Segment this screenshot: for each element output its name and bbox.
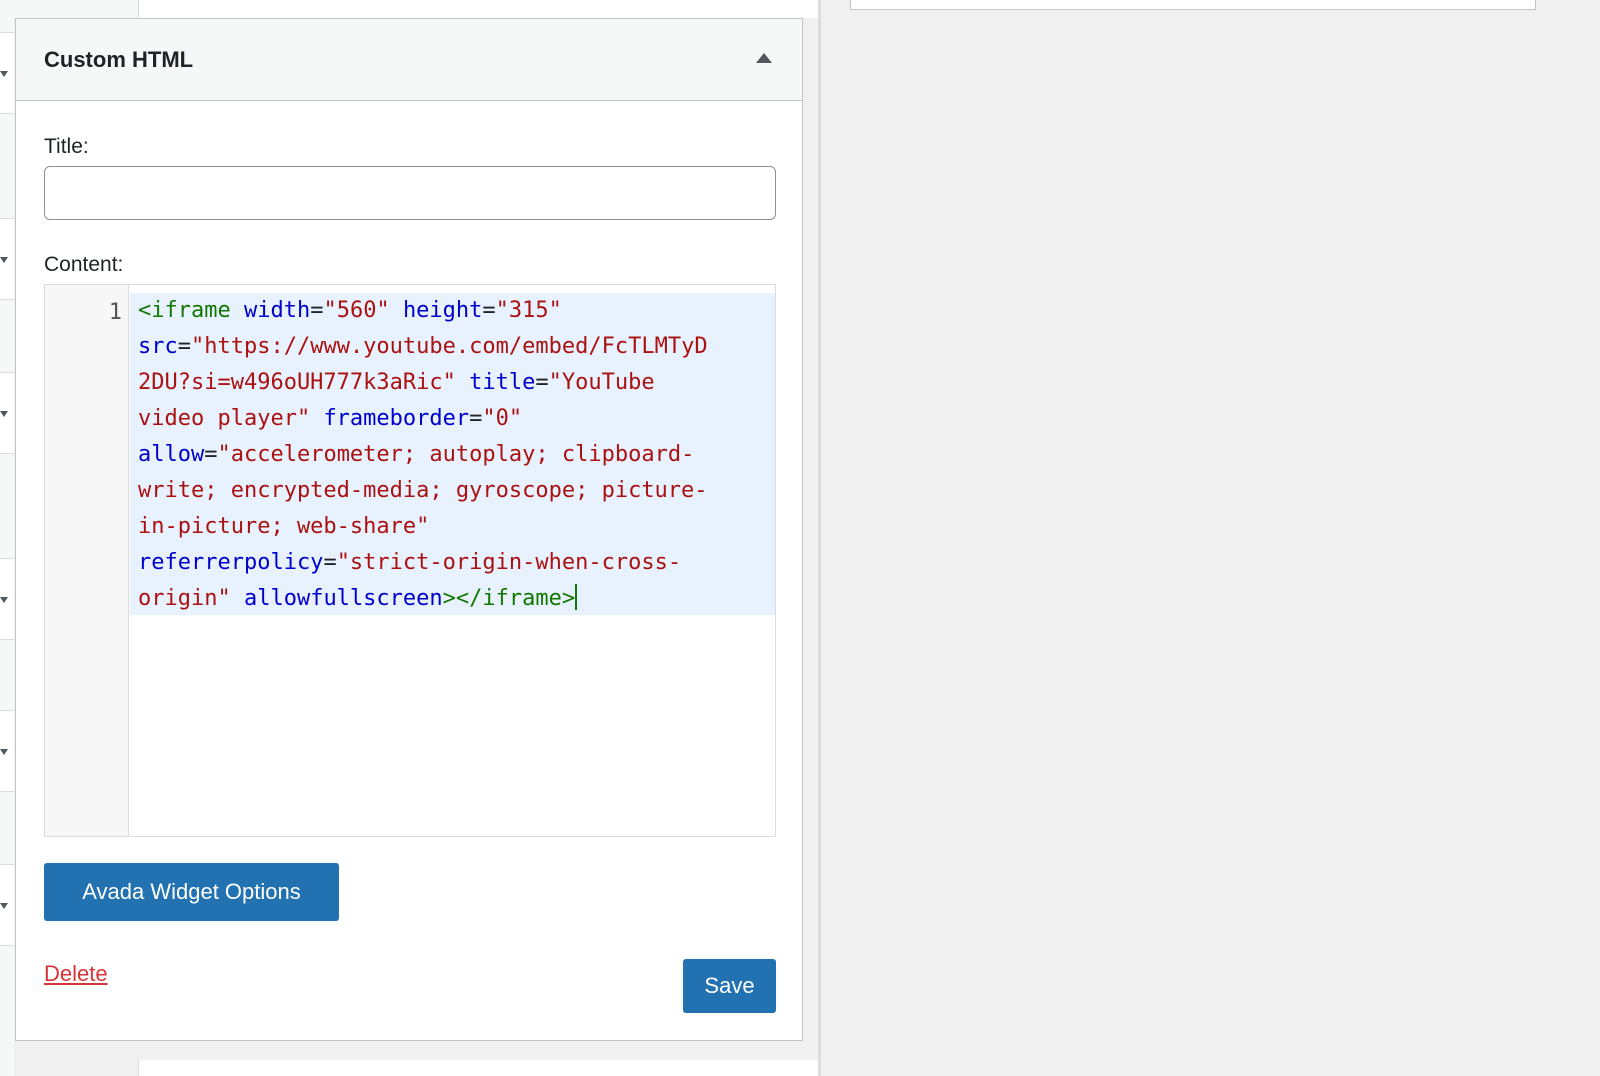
- collapsed-widget[interactable]: [0, 864, 14, 946]
- code-token: =: [323, 550, 337, 575]
- code-token: "strict-origin-when-cross-: [336, 550, 682, 575]
- collapsed-widget[interactable]: [0, 218, 14, 300]
- collapsed-widget[interactable]: [0, 558, 14, 640]
- code-token: write; encrypted-media; gyroscope; pictu…: [138, 478, 708, 503]
- avada-widget-options-button[interactable]: Avada Widget Options: [44, 863, 339, 921]
- code-token: allow: [138, 442, 205, 467]
- code-content[interactable]: <iframe width="560" height="315" src="ht…: [138, 293, 768, 617]
- code-token: =: [482, 298, 496, 323]
- chevron-down-icon: [0, 71, 8, 77]
- code-token: <iframe: [138, 298, 231, 323]
- code-token: ></iframe>: [442, 586, 576, 611]
- code-token: "0": [482, 406, 523, 431]
- collapsed-widget[interactable]: [0, 372, 14, 454]
- collapsed-widget[interactable]: [0, 710, 14, 792]
- widget-area-panel-top: [138, 0, 819, 18]
- collapsed-widget[interactable]: [0, 32, 14, 114]
- code-token: =: [310, 298, 324, 323]
- chevron-down-icon: [0, 257, 8, 263]
- code-token: =: [535, 370, 549, 395]
- content-label: Content:: [44, 253, 124, 276]
- chevron-down-icon: [0, 411, 8, 417]
- line-number-gutter: 1: [45, 285, 129, 836]
- title-input[interactable]: [44, 166, 776, 220]
- code-token: "560": [323, 298, 390, 323]
- code-token: =: [469, 406, 483, 431]
- chevron-down-icon: [0, 597, 8, 603]
- code-token: =: [177, 334, 191, 359]
- code-token: height: [402, 298, 483, 323]
- widget-area-panel-bottom: [138, 1060, 819, 1076]
- code-token: =: [204, 442, 218, 467]
- widget-header[interactable]: Custom HTML: [16, 19, 802, 101]
- code-editor[interactable]: 1 <iframe width="560" height="315" src="…: [44, 284, 776, 837]
- code-token: title: [469, 370, 536, 395]
- triangle-up-icon: [756, 53, 772, 63]
- delete-link[interactable]: Delete: [44, 961, 108, 987]
- code-token: allowfullscreen: [243, 586, 443, 611]
- text-cursor: [575, 584, 578, 610]
- title-label: Title:: [44, 135, 89, 158]
- code-token: frameborder: [323, 406, 470, 431]
- code-token: "315": [495, 298, 562, 323]
- code-token: "https://www.youtube.com/embed/FcTLMTyD: [191, 334, 708, 359]
- code-token: "YouTube: [548, 370, 655, 395]
- collapse-toggle-button[interactable]: [754, 51, 774, 69]
- column-divider: [818, 0, 821, 1076]
- code-token: referrerpolicy: [138, 550, 324, 575]
- code-token: video player": [138, 406, 311, 431]
- code-token: origin": [138, 586, 231, 611]
- code-token: width: [243, 298, 311, 323]
- code-token: src: [138, 334, 178, 359]
- code-token: "accelerometer; autoplay; clipboard-: [217, 442, 695, 467]
- line-number: 1: [108, 300, 122, 325]
- sidebar-column-top: [14, 0, 138, 18]
- code-token: in-picture; web-share": [138, 514, 430, 539]
- chevron-down-icon: [0, 749, 8, 755]
- save-button[interactable]: Save: [683, 959, 776, 1013]
- widget-title: Custom HTML: [44, 47, 194, 72]
- custom-html-widget: Custom HTML Title: Content: 1 <iframe wi…: [15, 18, 803, 1041]
- chevron-down-icon: [0, 903, 8, 909]
- widget-area-sidebar-strip: [0, 0, 14, 1076]
- code-token: 2DU?si=w496oUH777k3aRic": [138, 370, 456, 395]
- right-widget-area-box: [850, 0, 1536, 10]
